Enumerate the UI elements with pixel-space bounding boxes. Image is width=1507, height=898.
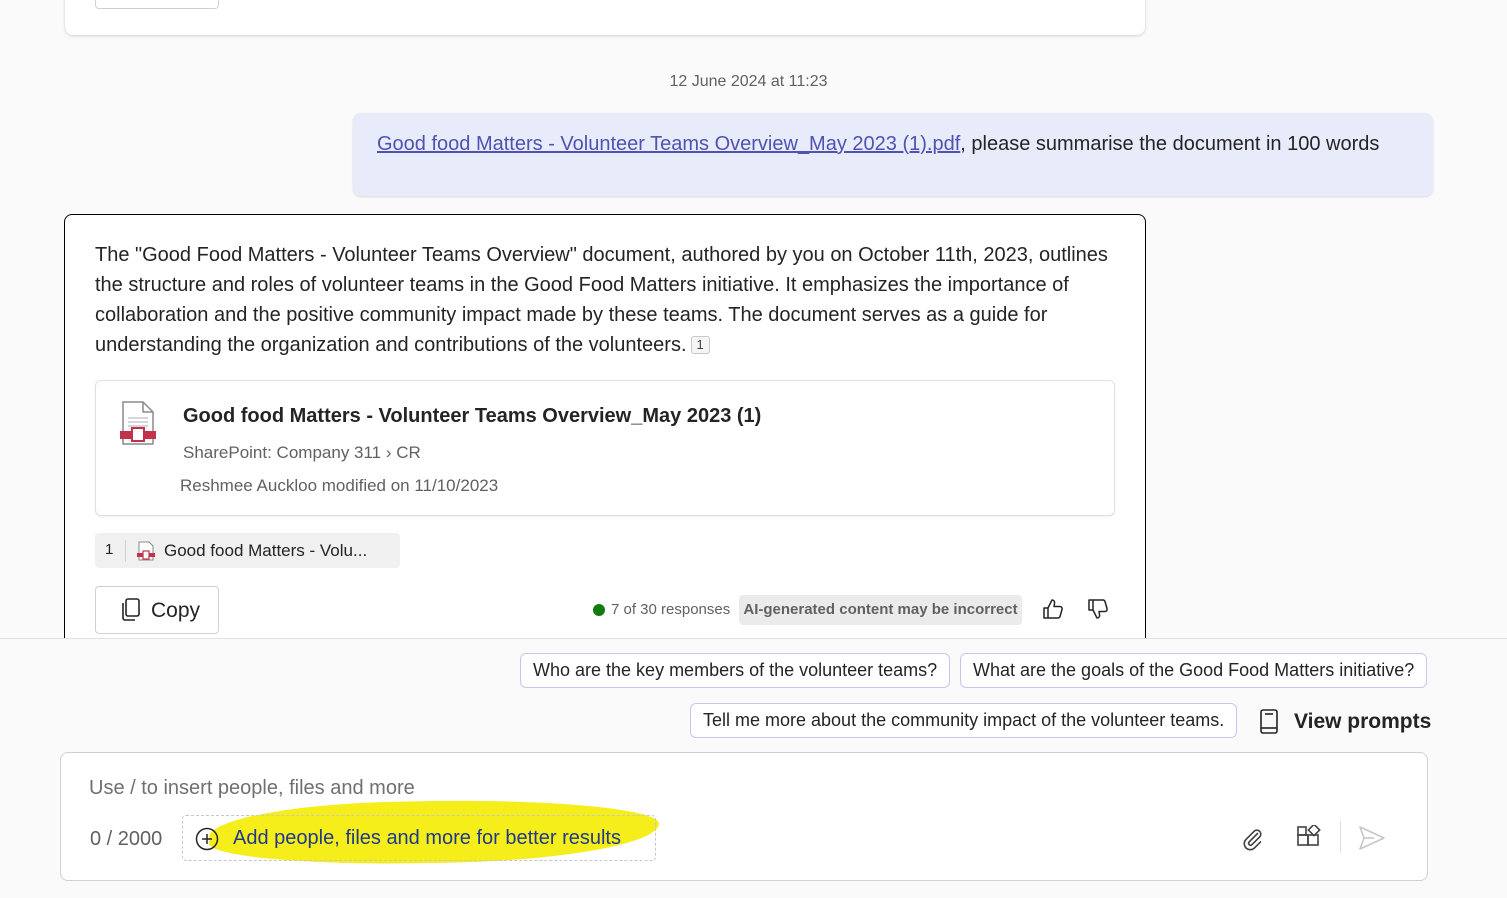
response-body: The "Good Food Matters - Volunteer Teams… xyxy=(95,244,1108,356)
pdf-file-icon xyxy=(120,401,156,450)
message-input[interactable] xyxy=(89,773,989,803)
reference-divider xyxy=(125,540,126,562)
bottom-panel: Who are the key members of the volunteer… xyxy=(0,638,1507,898)
suggestion-chip[interactable]: What are the goals of the Good Food Matt… xyxy=(960,653,1428,688)
user-message-bubble: Good food Matters - Volunteer Teams Over… xyxy=(353,113,1433,196)
user-message-text: , please summarise the document in 100 w… xyxy=(960,133,1380,155)
document-source: SharePoint: Company 311 xyxy=(183,443,382,462)
copy-icon xyxy=(120,598,142,628)
copy-button[interactable]: Copy xyxy=(95,586,219,634)
previous-response-card xyxy=(65,0,1145,35)
send-divider xyxy=(1340,821,1341,853)
response-text: The "Good Food Matters - Volunteer Teams… xyxy=(95,240,1125,360)
status-dot-icon xyxy=(593,604,605,616)
document-location: SharePoint: Company 311 › CR xyxy=(183,443,421,463)
document-card[interactable]: Good food Matters - Volunteer Teams Over… xyxy=(95,380,1115,516)
reference-pill[interactable]: 1 Good food Matters - Volu... xyxy=(95,533,400,568)
character-count: 0 / 2000 xyxy=(90,828,163,850)
copilot-response-card: The "Good Food Matters - Volunteer Teams… xyxy=(64,214,1146,654)
paperclip-icon[interactable] xyxy=(1241,827,1265,856)
pdf-file-icon xyxy=(137,541,155,566)
apps-grid-icon[interactable] xyxy=(1296,823,1322,856)
add-context-button[interactable]: Add people, files and more for better re… xyxy=(182,815,656,861)
document-title: Good food Matters - Volunteer Teams Over… xyxy=(183,405,762,427)
plus-circle-icon xyxy=(195,827,219,856)
suggestion-chip[interactable]: Who are the key members of the volunteer… xyxy=(520,653,951,688)
view-prompts-label: View prompts xyxy=(1294,710,1432,733)
send-icon[interactable] xyxy=(1358,825,1386,856)
add-context-label: Add people, files and more for better re… xyxy=(233,827,621,849)
reference-label: Good food Matters - Volu... xyxy=(164,541,368,560)
message-composer: 0 / 2000 Add people, files and more for … xyxy=(60,752,1428,881)
message-timestamp: 12 June 2024 at 11:23 xyxy=(669,73,828,90)
document-folder: CR xyxy=(396,443,421,462)
reference-number: 1 xyxy=(105,541,114,558)
prompt-book-icon xyxy=(1258,709,1280,741)
ai-disclaimer-badge: AI-generated content may be incorrect xyxy=(739,595,1022,625)
citation-marker[interactable]: 1 xyxy=(690,336,710,354)
document-modified: Reshmee Auckloo modified on 11/10/2023 xyxy=(180,476,499,495)
response-count: 7 of 30 responses xyxy=(611,601,731,618)
suggestion-chip[interactable]: Tell me more about the community impact … xyxy=(690,703,1238,738)
document-link[interactable]: Good food Matters - Volunteer Teams Over… xyxy=(377,133,960,155)
thumbs-up-icon[interactable] xyxy=(1042,598,1064,625)
previous-copy-button[interactable] xyxy=(95,0,219,9)
chevron-right-icon: › xyxy=(385,443,392,462)
copy-label: Copy xyxy=(151,599,201,622)
thumbs-down-icon[interactable] xyxy=(1087,598,1109,625)
